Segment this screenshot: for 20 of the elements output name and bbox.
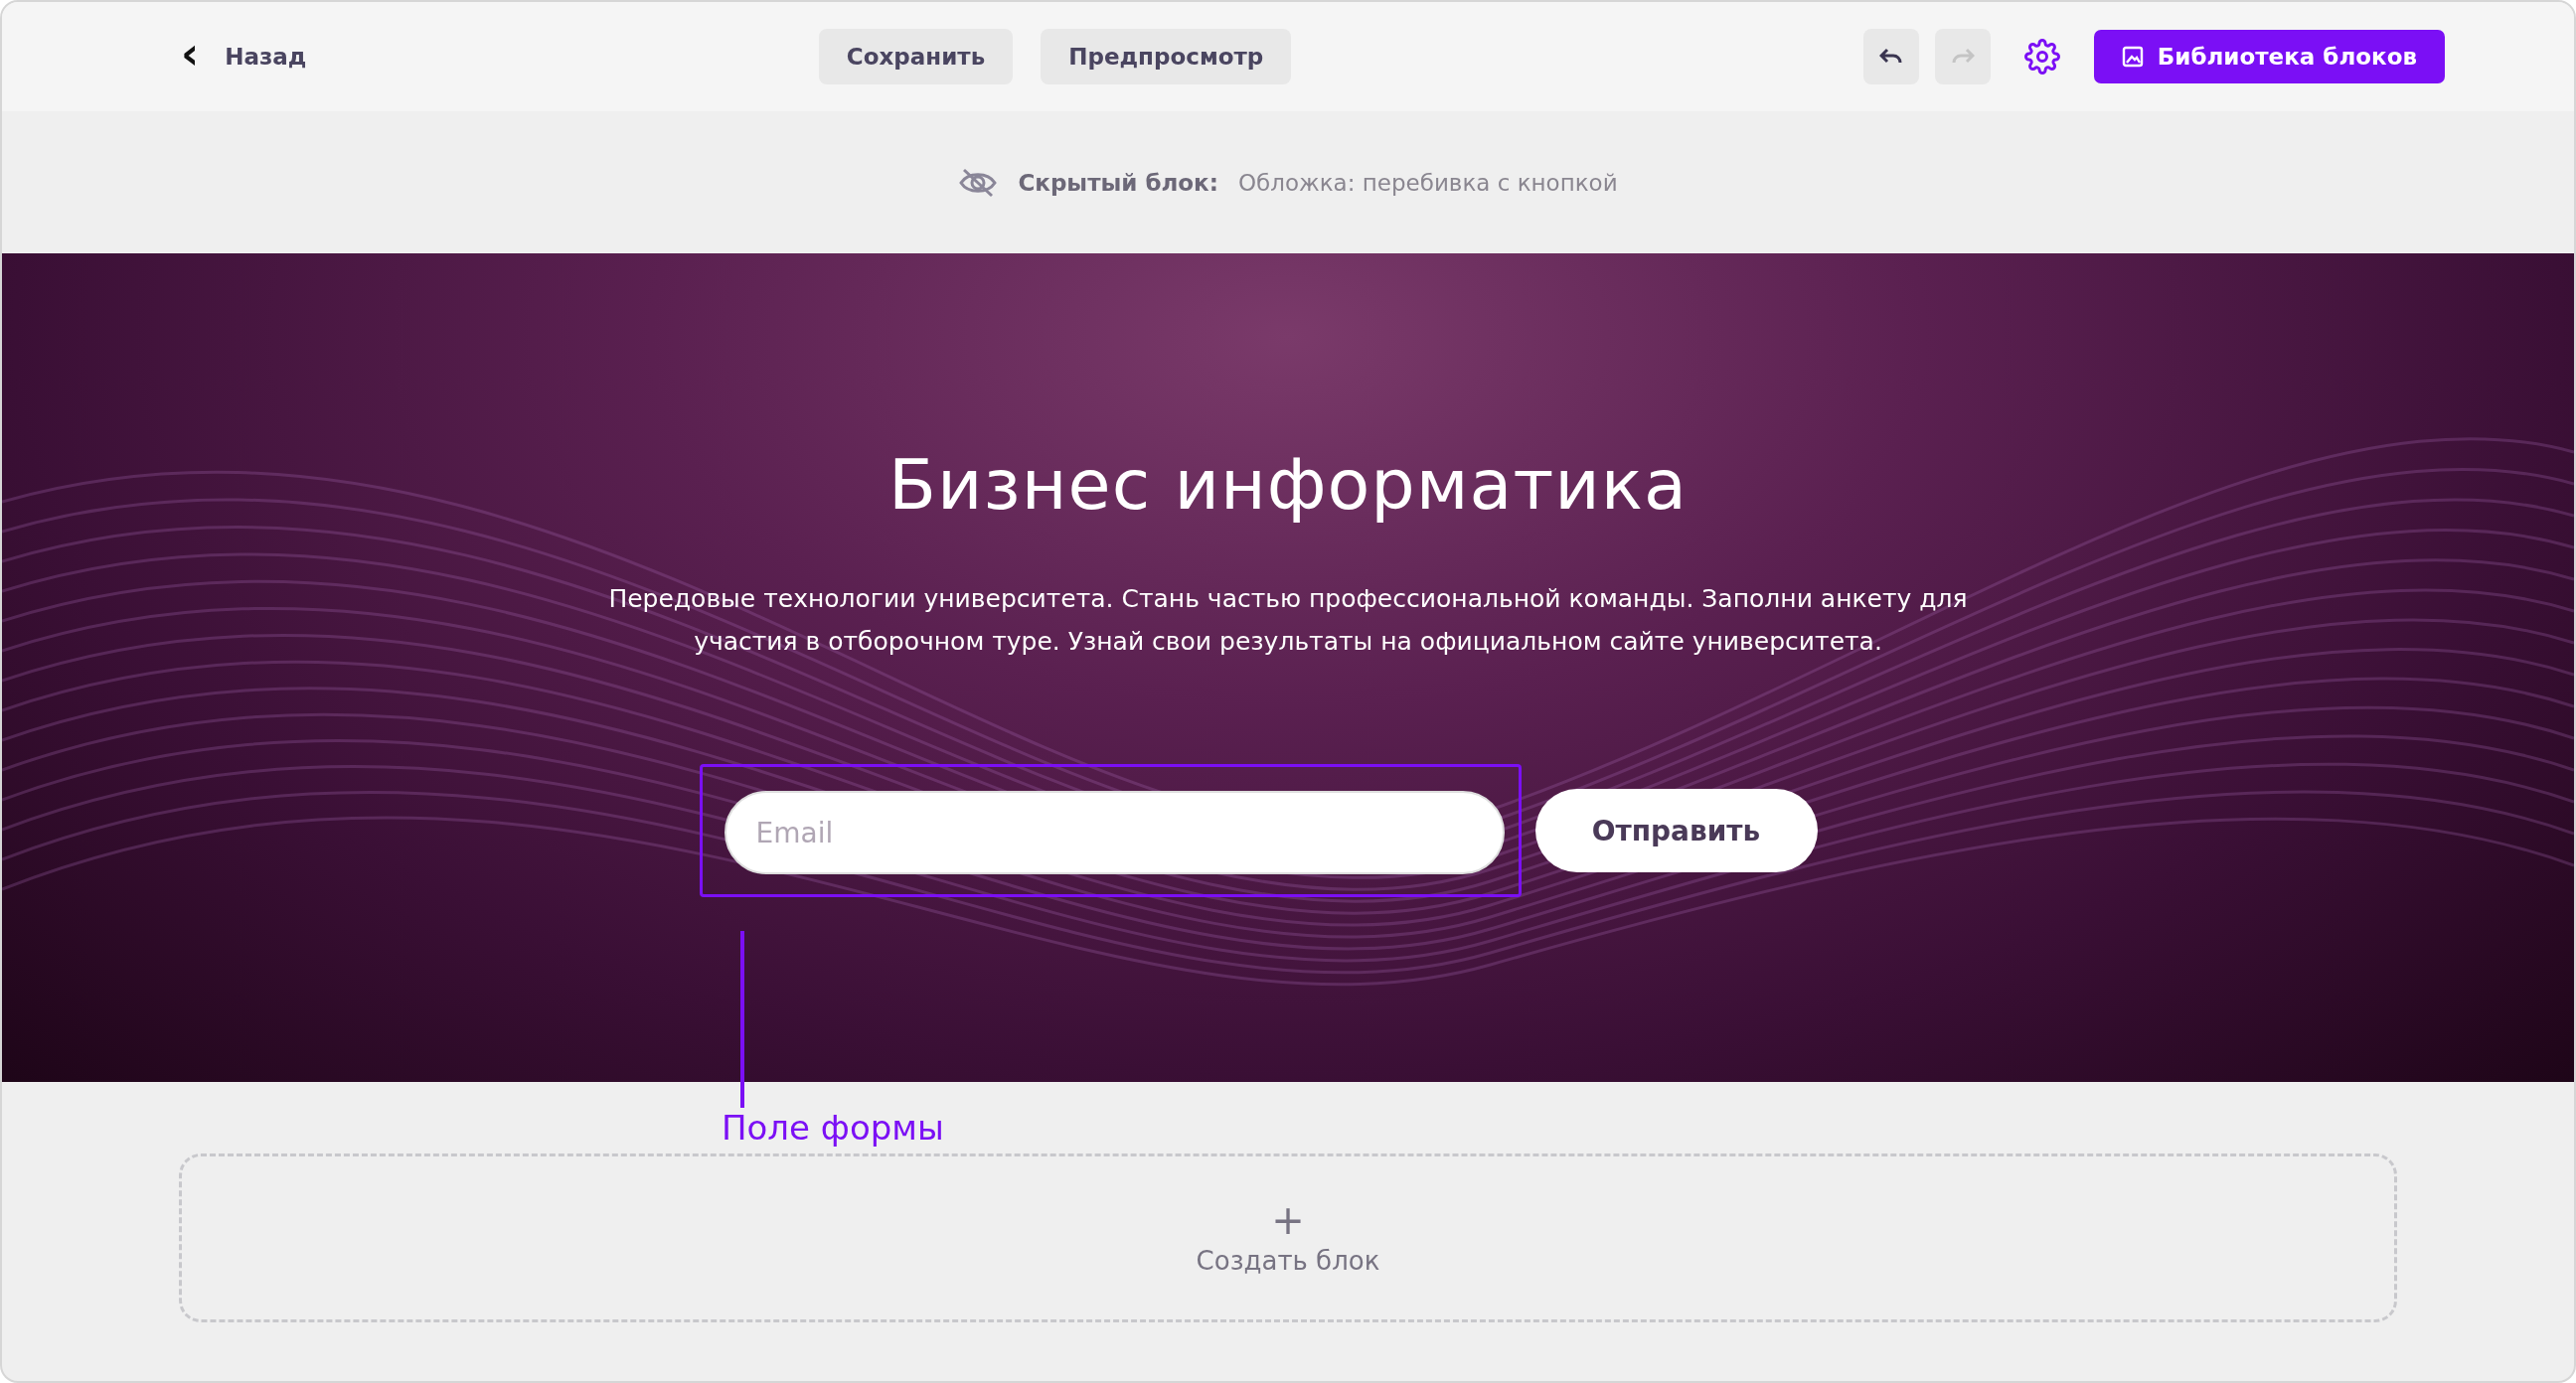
- undo-button[interactable]: [1862, 29, 1919, 84]
- hero-title: Бизнес информатика: [888, 444, 1688, 526]
- create-block-label: Создать блок: [1196, 1246, 1380, 1276]
- settings-icon: [2023, 39, 2060, 75]
- hidden-block-name: Обложка: перебивка с кнопкой: [1237, 169, 1618, 196]
- annotation-label: Поле формы: [722, 1108, 945, 1148]
- undo-icon: [1878, 48, 1903, 66]
- image-icon: [2121, 46, 2144, 68]
- hero-description: Передовые технологии университета. Стань частью профессиональной команды. Заполни анкету для участия в отборочном туре. Узнай свои результаты на официальном сайте университета.: [607, 583, 1969, 658]
- back-label: Назад: [225, 44, 307, 70]
- toolbar-button[interactable]: Предпросмотр: [1041, 29, 1292, 84]
- create-block-button[interactable]: + Создать блок: [179, 1153, 2397, 1322]
- hidden-block-label: Скрытый блок:: [1018, 169, 1218, 196]
- block-library-button[interactable]: Библиотека блоков: [2093, 30, 2445, 83]
- submit-button[interactable]: Отправить: [1534, 789, 1818, 872]
- eye-off-icon: [958, 166, 999, 199]
- redo-icon: [1950, 48, 1975, 66]
- toolbar-button[interactable]: Сохранить: [818, 29, 1014, 84]
- email-field[interactable]: Email: [724, 791, 1505, 874]
- plus-icon: +: [1271, 1200, 1305, 1240]
